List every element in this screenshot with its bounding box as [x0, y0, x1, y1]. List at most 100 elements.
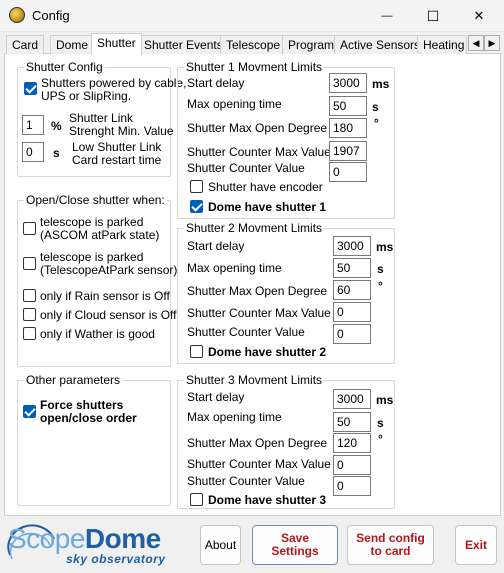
chevron-left-icon: ◀ [472, 37, 480, 48]
save-settings-button[interactable]: Save Settings [252, 525, 338, 565]
max-opening-time-label: Max opening time [187, 410, 282, 424]
tab-shutter-events[interactable]: Shutter Events [138, 35, 229, 54]
tab-card[interactable]: Card [6, 35, 45, 54]
seconds-unit: s [53, 146, 60, 160]
tab-heating[interactable]: Heating [417, 35, 467, 54]
seconds-unit: s [377, 416, 384, 430]
encoder-label: Shutter have encoder [208, 180, 323, 194]
start-delay-input[interactable] [333, 389, 371, 409]
max-opening-time-input[interactable] [333, 412, 371, 432]
weather-good-checkbox[interactable] [23, 327, 36, 340]
seconds-unit: s [372, 100, 379, 114]
tab-active-sensors[interactable]: Active Sensors [334, 35, 427, 54]
other-parameters-group: Other parameters Force shutters open/clo… [17, 373, 171, 506]
dome-have-shutter-2-label: Dome have shutter 2 [208, 345, 327, 359]
group-title: Shutter 1 Movment Limits [184, 60, 325, 74]
group-title: Shutter 2 Movment Limits [184, 221, 325, 235]
restart-time-input[interactable] [22, 142, 44, 162]
dome-have-shutter-1-checkbox[interactable] [190, 200, 203, 213]
rain-sensor-label: only if Rain sensor is Off [40, 289, 170, 303]
dome-have-shutter-1-label: Dome have shutter 1 [208, 200, 327, 214]
degree-unit: ° [374, 116, 379, 130]
max-opening-time-input[interactable] [329, 96, 367, 116]
encoder-checkbox[interactable] [190, 180, 203, 193]
ms-unit: ms [376, 393, 394, 407]
tab-shutter[interactable]: Shutter [91, 33, 142, 55]
shutter-tab-panel: Shutter Config Shutters powered by cable… [4, 54, 501, 516]
max-open-degree-input[interactable] [329, 118, 367, 138]
tab-program[interactable]: Program [282, 35, 341, 54]
max-open-degree-input[interactable] [333, 433, 371, 453]
counter-value-input[interactable] [329, 162, 367, 182]
degree-unit: ° [378, 279, 383, 293]
minimize-button[interactable]: — [364, 0, 410, 32]
group-title: Open/Close shutter when: [24, 193, 167, 207]
window-title: Config [32, 8, 70, 23]
tab-scroll-right-button[interactable]: ▶ [484, 35, 500, 51]
shutters-powered-label: Shutters powered by cable, [41, 76, 187, 90]
logo-dome-text: Dome [84, 523, 161, 554]
force-shutters-label: Force shutters [40, 398, 124, 412]
cloud-sensor-checkbox[interactable] [23, 308, 36, 321]
ms-unit: ms [372, 77, 390, 91]
parked-sensor-checkbox[interactable] [23, 257, 36, 270]
send-config-button[interactable]: Send config to card [347, 525, 434, 565]
about-button[interactable]: About [200, 525, 241, 565]
tab-telescope[interactable]: Telescope [220, 35, 287, 54]
shutter-2-limits-group: Shutter 2 Movment Limits Start delay ms … [177, 221, 395, 364]
start-delay-label: Start delay [187, 390, 245, 404]
percent-unit: % [51, 119, 62, 133]
cloud-sensor-label: only if Cloud sensor is Off [40, 308, 177, 322]
max-opening-time-label: Max opening time [187, 261, 282, 275]
close-button[interactable]: ✕ [456, 0, 502, 32]
minimize-icon: — [381, 10, 393, 22]
start-delay-input[interactable] [329, 73, 367, 93]
rain-sensor-checkbox[interactable] [23, 289, 36, 302]
shutter-1-limits-group: Shutter 1 Movment Limits Start delay ms … [177, 60, 395, 219]
app-icon [9, 7, 25, 23]
link-strength-label-2: Strenght Min. Value [69, 124, 174, 138]
max-open-degree-label: Shutter Max Open Degree [187, 284, 328, 298]
tab-scroll-left-button[interactable]: ◀ [468, 35, 484, 51]
maximize-button[interactable]: ☐ [410, 0, 456, 32]
dome-have-shutter-3-checkbox[interactable] [190, 493, 203, 506]
counter-max-input[interactable] [333, 302, 371, 322]
max-opening-time-input[interactable] [333, 258, 371, 278]
counter-max-input[interactable] [329, 141, 367, 161]
maximize-icon: ☐ [426, 7, 440, 24]
seconds-unit: s [377, 262, 384, 276]
counter-value-input[interactable] [333, 476, 371, 496]
start-delay-label: Start delay [187, 76, 245, 90]
max-opening-time-label: Max opening time [187, 97, 282, 111]
force-shutters-label-2: open/close order [40, 411, 137, 425]
tab-dome[interactable]: Dome [50, 35, 95, 54]
start-delay-label: Start delay [187, 239, 245, 253]
max-open-degree-label: Shutter Max Open Degree [187, 436, 328, 450]
force-shutters-checkbox[interactable] [23, 405, 36, 418]
shutter-config-group: Shutter Config Shutters powered by cable… [17, 60, 186, 177]
parked-ascom-checkbox[interactable] [23, 222, 36, 235]
counter-value-input[interactable] [333, 324, 371, 344]
logo-wordmark: ScopeDome [8, 523, 161, 555]
parked-ascom-label: telescope is parked [40, 215, 144, 229]
parked-sensor-label-2: (TelescopeAtPark sensor) [40, 263, 178, 277]
counter-max-label: Shutter Counter Max Value [187, 457, 331, 471]
chevron-right-icon: ▶ [488, 37, 496, 48]
group-title: Other parameters [24, 373, 123, 387]
dome-have-shutter-3-label: Dome have shutter 3 [208, 493, 327, 507]
counter-max-input[interactable] [333, 455, 371, 475]
scopedome-logo: ScopeDome sky observatory [6, 521, 166, 569]
start-delay-input[interactable] [333, 236, 371, 256]
shutter-3-limits-group: Shutter 3 Movment Limits Start delay ms … [177, 373, 395, 509]
group-title: Shutter 3 Movment Limits [184, 373, 325, 387]
parked-ascom-label-2: (ASCOM atPark state) [40, 228, 160, 242]
restart-time-label: Low Shutter Link [72, 140, 162, 154]
shutters-powered-checkbox[interactable] [24, 82, 37, 95]
weather-good-label: only if Wather is good [40, 327, 155, 341]
exit-button[interactable]: Exit [455, 525, 497, 565]
dome-have-shutter-2-checkbox[interactable] [190, 345, 203, 358]
link-strength-input[interactable] [22, 115, 44, 135]
counter-value-label: Shutter Counter Value [187, 325, 305, 339]
group-title: Shutter Config [24, 60, 105, 74]
max-open-degree-input[interactable] [333, 280, 371, 300]
